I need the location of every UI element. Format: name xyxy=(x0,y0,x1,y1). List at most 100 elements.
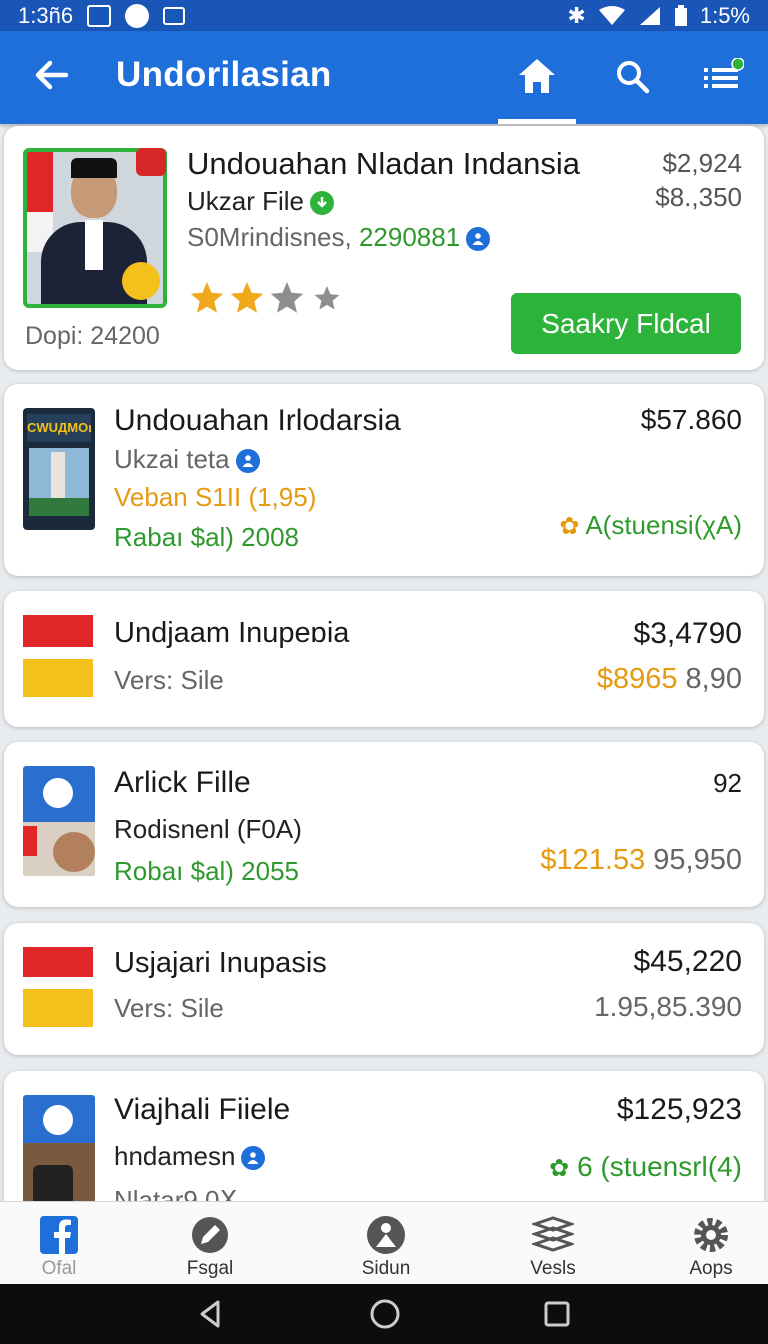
item-title: Arlick Fille xyxy=(114,766,251,799)
item-price-secondary: $8965 8,90 xyxy=(597,663,742,696)
flag-yellow-block xyxy=(23,989,93,1027)
system-nav-bar xyxy=(0,1284,768,1344)
nav-item-vesls[interactable]: Vesls xyxy=(503,1202,603,1285)
flower-icon: ✿ xyxy=(559,513,580,540)
battery-icon xyxy=(674,5,687,26)
status-time: 1:3ñ6 xyxy=(18,3,74,28)
list-item[interactable]: Arlick Fille Rodisnenl (F0A) Robaı $al) … xyxy=(4,742,764,907)
item-status-text: 6 (stuensrl(4) xyxy=(577,1151,742,1182)
flag-red-block xyxy=(23,947,93,977)
item-subtitle: Vers: Sile xyxy=(114,665,224,695)
item-subtitle-text: Ukzar File xyxy=(187,186,305,216)
list-item[interactable]: Usjajari Inupasis Vers: Sile $45,220 1.9… xyxy=(4,923,764,1055)
filter-button[interactable] xyxy=(698,51,748,101)
thumbnail-label: CWUДМОи xyxy=(27,414,91,442)
item-status-text: A(stuensi(χA) xyxy=(585,510,742,540)
item-price-secondary: $121.53 95,950 xyxy=(540,844,742,877)
nav-label: Vesls xyxy=(530,1258,576,1279)
star-icon xyxy=(270,282,304,313)
item-subtitle: Vers: Sile xyxy=(114,993,224,1023)
item-price: $2,924 xyxy=(662,148,742,178)
user-badge-icon xyxy=(235,449,260,474)
star-icon xyxy=(314,286,340,310)
flag-red-block xyxy=(23,615,93,647)
item-title: Viajhali Fiiele xyxy=(114,1093,291,1126)
item-price: $45,220 xyxy=(633,945,742,978)
arrow-left-icon[interactable] xyxy=(30,53,74,97)
back-triangle-icon[interactable] xyxy=(196,1299,226,1329)
item-subtitle-text: hndamesn xyxy=(114,1141,236,1171)
nav-item-fsgal[interactable]: Fsgal xyxy=(160,1202,260,1285)
coin-badge-icon xyxy=(122,262,160,300)
item-subtitle-text: Ukzai teta xyxy=(114,444,230,474)
item-subtitle: Rodisnenl (F0A) xyxy=(114,814,302,844)
item-date: Rabaı $al) 2008 xyxy=(114,522,300,552)
recents-square-icon[interactable] xyxy=(543,1300,571,1328)
item-title: Usjajari Inupasis xyxy=(114,947,327,979)
list-item[interactable]: CWUДМОи Undouahan Irlodarsia Ukzai teta … xyxy=(4,384,764,576)
item-subtitle: Ukzai teta xyxy=(114,444,260,475)
item-meta-label: S0Mrindisnes, xyxy=(187,222,352,252)
item-price-highlight: $121.53 xyxy=(540,844,646,876)
list-item[interactable]: Undouahan Nladan Indansia Ukzar File S0M… xyxy=(4,126,764,370)
item-title: Undjaam Inupeɒia xyxy=(114,617,350,649)
rating-stars xyxy=(187,281,347,322)
home-button[interactable] xyxy=(512,51,562,101)
page-title: Undorilasian xyxy=(116,55,332,94)
gear-icon xyxy=(694,1218,728,1252)
item-footer: Dopi: 24200 xyxy=(25,322,160,350)
item-thumbnail xyxy=(23,1095,95,1201)
item-price: 92 xyxy=(713,768,742,798)
item-subtitle: Ukzar File xyxy=(187,186,335,217)
app-bar: Undorilasian xyxy=(0,31,768,124)
wifi-icon xyxy=(598,6,625,25)
action-button[interactable]: Saakry Fldcal xyxy=(511,293,741,354)
item-title: Undouahan Irlodarsia xyxy=(114,404,401,437)
item-version: Veban S1II (1,95) xyxy=(114,482,316,513)
item-price: $57.860 xyxy=(640,404,742,435)
signal-icon xyxy=(639,7,660,25)
download-icon xyxy=(310,191,335,216)
flower-icon: ✿ xyxy=(549,1155,570,1182)
item-price-secondary: 1.95,85.390 xyxy=(594,991,742,1022)
bluetooth-icon: ✱ xyxy=(567,3,586,28)
item-price-highlight: $8965 xyxy=(596,663,678,695)
notification-icon xyxy=(87,5,112,27)
list-item[interactable]: Undjaam Inupeɒia Vers: Sile $3,4790 $896… xyxy=(4,591,764,727)
user-badge-icon xyxy=(241,1146,266,1171)
search-icon xyxy=(617,61,650,94)
nav-item-ofal[interactable]: Ofal xyxy=(9,1202,109,1285)
nav-item-sidun[interactable]: Sidun xyxy=(336,1202,436,1285)
item-price: $3,4790 xyxy=(633,617,742,650)
item-status: ✿ 6 (stuensrl(4) xyxy=(549,1151,742,1183)
item-thumbnail: CWUДМОи xyxy=(23,408,95,530)
play-icon xyxy=(125,4,150,28)
star-icon xyxy=(190,282,224,313)
nav-label: Ofal xyxy=(41,1258,77,1279)
item-price-secondary: $8.,350 xyxy=(655,182,742,212)
user-circle-icon xyxy=(367,1216,405,1254)
home-icon xyxy=(519,59,555,93)
close-badge-icon[interactable] xyxy=(136,148,166,176)
item-date: Robaı $al) 2055 xyxy=(114,856,300,886)
layers-icon xyxy=(532,1216,574,1252)
list-item[interactable]: Viajhali Fiiele hndamesn Nlatar9.0Ⅹ $125… xyxy=(4,1071,764,1201)
nav-label: Aops xyxy=(689,1258,733,1279)
item-price-rest: 8,90 xyxy=(677,663,742,695)
item-version-text: Veban S1II (1,95) xyxy=(114,482,317,512)
user-badge-icon xyxy=(466,227,491,252)
facebook-icon xyxy=(40,1216,78,1254)
item-thumbnail xyxy=(23,766,95,876)
battery-level: 1:5% xyxy=(699,3,750,28)
home-circle-icon[interactable] xyxy=(369,1298,401,1330)
item-price: $125,923 xyxy=(616,1093,742,1126)
item-meta-value: 2290881 xyxy=(358,222,461,252)
search-button[interactable] xyxy=(607,51,657,101)
nav-label: Fsgal xyxy=(186,1258,234,1279)
item-footer: Nlatar9.0Ⅹ xyxy=(114,1185,238,1201)
file-list: Undouahan Nladan Indansia Ukzar File S0M… xyxy=(0,124,768,1201)
status-bar: 1:3ñ6 ✱ 1:5% xyxy=(0,0,768,31)
pencil-icon xyxy=(192,1217,228,1253)
star-icon xyxy=(230,282,264,313)
nav-item-aops[interactable]: Aops xyxy=(661,1202,761,1285)
